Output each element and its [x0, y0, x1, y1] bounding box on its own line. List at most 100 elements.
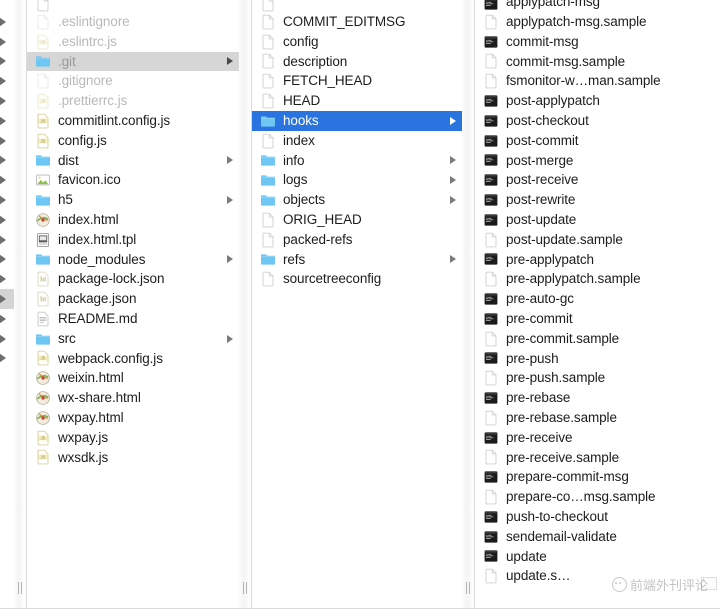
folder-row[interactable]: logs	[252, 170, 462, 190]
column-resize-grip-1[interactable]	[242, 582, 248, 594]
disclosure-chevron-icon[interactable]	[227, 196, 233, 205]
file-row[interactable]: index.html	[27, 210, 239, 230]
file-row[interactable]: commit-msg	[475, 32, 720, 52]
column-hooks-folder-list[interactable]: applypatch-msg applypatch-msg.sample commi…	[475, 0, 720, 616]
file-row[interactable]: JS wxsdk.js	[27, 448, 239, 468]
file-row[interactable]: HEAD	[252, 91, 462, 111]
disclosure-chevron-icon[interactable]	[450, 116, 456, 125]
folder-row[interactable]: src	[27, 329, 239, 349]
folder-row[interactable]: info	[252, 151, 462, 171]
parent-disclosure-chevron-icon[interactable]	[0, 12, 14, 32]
file-row[interactable]: pre-applypatch.sample	[475, 269, 720, 289]
file-row[interactable]: commit-msg.sample	[475, 52, 720, 72]
file-row[interactable]: JS config.js	[27, 131, 239, 151]
parent-disclosure-chevron-icon[interactable]	[0, 269, 14, 289]
parent-column-stub[interactable]	[0, 0, 14, 616]
file-row[interactable]: post-commit	[475, 131, 720, 151]
file-row[interactable]: package.json	[27, 289, 239, 309]
parent-disclosure-chevron-icon[interactable]	[0, 210, 14, 230]
file-row[interactable]: post-rewrite	[475, 190, 720, 210]
column-hooks-folder[interactable]: applypatch-msg applypatch-msg.sample commi…	[475, 0, 720, 616]
parent-disclosure-chevron-icon[interactable]	[0, 309, 14, 329]
file-row[interactable]: update	[475, 547, 720, 567]
disclosure-chevron-icon[interactable]	[227, 57, 233, 66]
disclosure-chevron-icon[interactable]	[450, 196, 456, 205]
file-row[interactable]: ORIG_HEAD	[252, 210, 462, 230]
parent-disclosure-chevron-icon[interactable]	[0, 329, 14, 349]
column-resize-grip-0[interactable]	[17, 582, 23, 594]
file-row[interactable]: pre-push	[475, 349, 720, 369]
folder-row[interactable]: objects	[252, 190, 462, 210]
file-row[interactable]: config	[252, 32, 462, 52]
column-gutter-2[interactable]	[462, 0, 474, 616]
clipped-file-row[interactable]: applypatch-msg	[475, 0, 720, 12]
disclosure-chevron-icon[interactable]	[450, 255, 456, 264]
file-row[interactable]: post-checkout	[475, 111, 720, 131]
file-row[interactable]: COMMIT_EDITMSG	[252, 12, 462, 32]
file-row[interactable]: post-applypatch	[475, 91, 720, 111]
file-row[interactable]: update.s…	[475, 566, 720, 586]
column-gutter-0[interactable]	[14, 0, 26, 616]
file-row[interactable]: post-merge	[475, 151, 720, 171]
column-resize-grip-2[interactable]	[465, 582, 471, 594]
column-project-root-list[interactable]: .eslintignore JS .eslintrc.js .git .gitignor…	[27, 0, 239, 616]
parent-disclosure-chevron-icon[interactable]	[0, 170, 14, 190]
parent-disclosure-chevron-icon[interactable]	[0, 190, 14, 210]
file-row[interactable]: wx-share.html	[27, 388, 239, 408]
file-row[interactable]: pre-rebase	[475, 388, 720, 408]
parent-disclosure-chevron-icon[interactable]	[0, 32, 14, 52]
parent-disclosure-chevron-icon[interactable]	[0, 91, 14, 111]
file-row[interactable]: push-to-checkout	[475, 507, 720, 527]
disclosure-chevron-icon[interactable]	[450, 176, 456, 185]
column-project-root[interactable]: .eslintignore JS .eslintrc.js .git .gitignor…	[27, 0, 239, 616]
parent-disclosure-chevron-icon[interactable]	[0, 151, 14, 171]
folder-row[interactable]: dist	[27, 151, 239, 171]
file-row[interactable]: applypatch-msg.sample	[475, 12, 720, 32]
parent-disclosure-chevron-icon[interactable]	[0, 52, 14, 72]
file-row[interactable]: JS .prettierrc.js	[27, 91, 239, 111]
folder-row[interactable]: node_modules	[27, 250, 239, 270]
column-gutter-1[interactable]	[239, 0, 251, 616]
file-row[interactable]: wxpay.html	[27, 408, 239, 428]
file-row[interactable]: post-update	[475, 210, 720, 230]
file-row[interactable]: pre-push.sample	[475, 368, 720, 388]
disclosure-chevron-icon[interactable]	[227, 156, 233, 165]
file-row[interactable]: sendemail-validate	[475, 527, 720, 547]
file-row[interactable]: JS wxpay.js	[27, 428, 239, 448]
parent-disclosure-chevron-icon[interactable]	[0, 250, 14, 270]
file-row[interactable]: pre-commit.sample	[475, 329, 720, 349]
file-row[interactable]: index	[252, 131, 462, 151]
file-row[interactable]: post-receive	[475, 170, 720, 190]
file-row[interactable]: prepare-co…msg.sample	[475, 487, 720, 507]
file-row[interactable]: JS webpack.config.js	[27, 349, 239, 369]
file-row[interactable]: JS commitlint.config.js	[27, 111, 239, 131]
file-row[interactable]: pre-receive.sample	[475, 448, 720, 468]
folder-row[interactable]: hooks	[252, 110, 462, 131]
window-resize-corner[interactable]	[701, 577, 717, 590]
file-row[interactable]: weixin.html	[27, 368, 239, 388]
file-row[interactable]: pre-commit	[475, 309, 720, 329]
file-row[interactable]: favicon.ico	[27, 170, 239, 190]
file-row[interactable]: .gitignore	[27, 71, 239, 91]
file-row[interactable]: FETCH_HEAD	[252, 71, 462, 91]
file-row[interactable]: pre-rebase.sample	[475, 408, 720, 428]
file-row[interactable]: sourcetreeconfig	[252, 269, 462, 289]
file-row[interactable]: fsmonitor-w…man.sample	[475, 71, 720, 91]
parent-disclosure-chevron-icon[interactable]	[0, 131, 14, 151]
file-row[interactable]: index.html.tpl	[27, 230, 239, 250]
file-row[interactable]: pre-auto-gc	[475, 289, 720, 309]
disclosure-chevron-icon[interactable]	[227, 255, 233, 264]
column-git-folder[interactable]: COMMIT_EDITMSG config description FETCH_HEA…	[252, 0, 462, 616]
file-row[interactable]: pre-receive	[475, 428, 720, 448]
disclosure-chevron-icon[interactable]	[450, 156, 456, 165]
file-row[interactable]: prepare-commit-msg	[475, 467, 720, 487]
folder-row[interactable]: h5	[27, 190, 239, 210]
parent-disclosure-chevron-icon[interactable]	[0, 289, 14, 309]
parent-disclosure-chevron-icon[interactable]	[0, 71, 14, 91]
parent-disclosure-chevron-icon[interactable]	[0, 349, 14, 369]
file-row[interactable]: JS .eslintrc.js	[27, 32, 239, 52]
file-row[interactable]: post-update.sample	[475, 230, 720, 250]
file-row[interactable]: package-lock.json	[27, 269, 239, 289]
file-row[interactable]: description	[252, 52, 462, 72]
file-row[interactable]: README.md	[27, 309, 239, 329]
